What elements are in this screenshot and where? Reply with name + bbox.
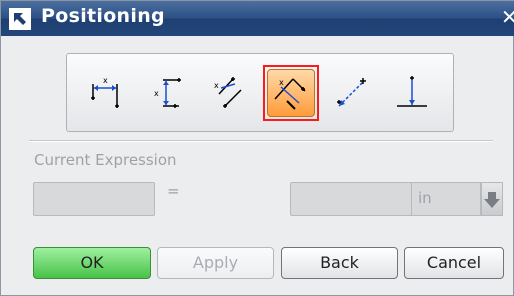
expression-name-field[interactable] (33, 182, 155, 216)
perpendicular-dimension-button[interactable]: x (263, 65, 319, 121)
horizontal-dimension-icon: x (91, 76, 119, 108)
current-expression-label: Current Expression (34, 151, 177, 169)
section-divider (29, 140, 493, 142)
expression-value-field[interactable] (290, 182, 412, 216)
back-button[interactable]: Back (281, 247, 398, 279)
positioning-method-toolbar: x x x x (66, 53, 454, 132)
horizontal-dimension-button[interactable]: x (85, 68, 131, 118)
parallel-dimension-button[interactable]: x (205, 68, 251, 118)
close-icon[interactable]: ✕ (501, 5, 514, 29)
vertical-dimension-icon: x (154, 78, 181, 108)
positioning-dialog: Positioning ✕ x x x x Current Expression… (0, 0, 514, 296)
title-bar[interactable]: Positioning ✕ (1, 1, 514, 36)
parallel-at-distance-button[interactable] (329, 68, 375, 118)
unit-value: in (418, 189, 432, 207)
svg-text:x: x (103, 76, 108, 85)
unit-select[interactable]: in (411, 182, 481, 216)
svg-text:x: x (279, 78, 284, 87)
ok-button[interactable]: OK (33, 247, 151, 279)
equals-sign: = (167, 182, 180, 200)
svg-text:x: x (214, 81, 219, 90)
point-onto-line-button[interactable] (389, 68, 435, 118)
apply-button[interactable]: Apply (157, 247, 274, 279)
arrow-down-icon (484, 192, 500, 208)
parallel-dimension-icon: x (214, 77, 242, 108)
svg-text:x: x (154, 89, 159, 98)
perpendicular-dimension-icon: x (274, 78, 306, 110)
cancel-button[interactable]: Cancel (404, 247, 504, 279)
dialog-title: Positioning (41, 5, 165, 27)
parallel-at-distance-icon (337, 78, 366, 107)
vertical-dimension-button[interactable]: x (145, 68, 191, 118)
point-onto-line-icon (397, 76, 427, 107)
dialog-arrow-icon (9, 8, 31, 30)
unit-dropdown-button[interactable] (481, 182, 503, 216)
